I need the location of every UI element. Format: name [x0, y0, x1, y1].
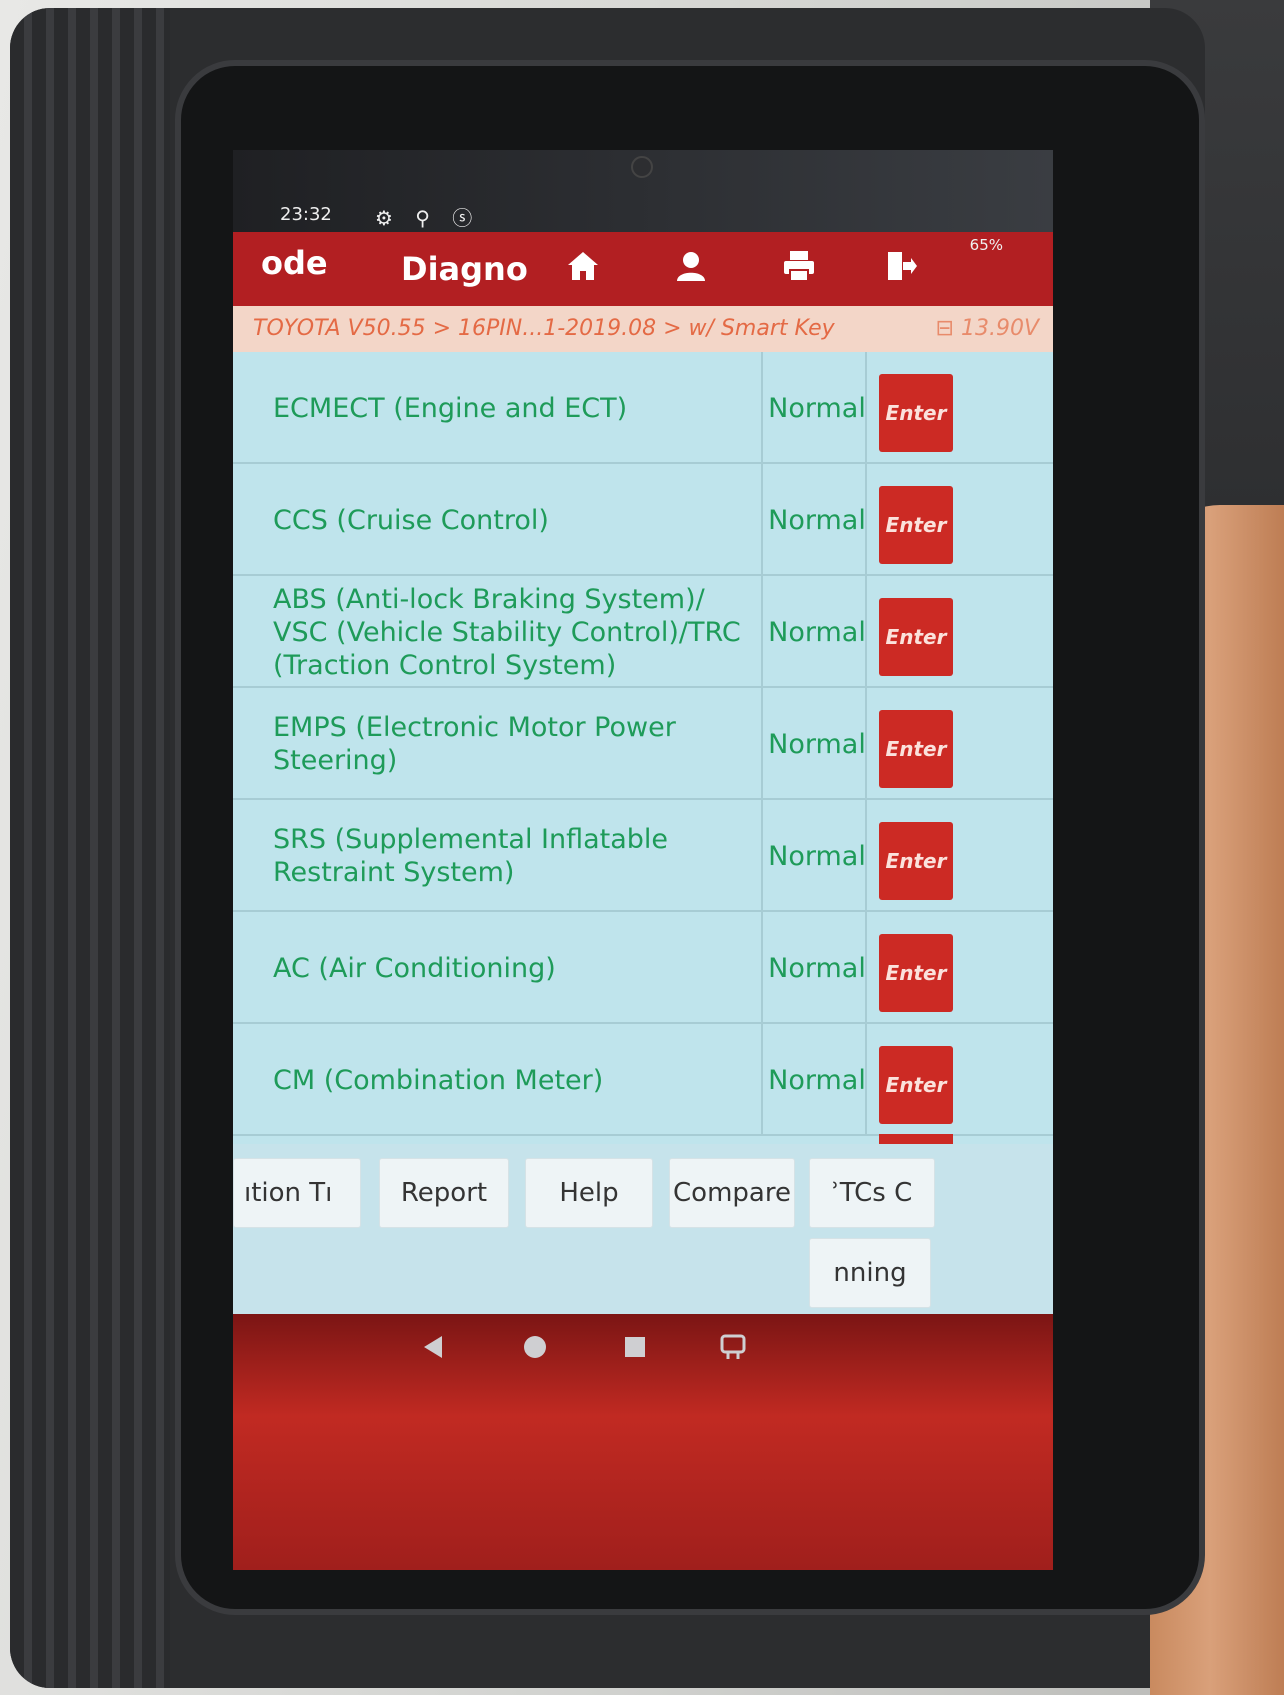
report-button[interactable]: Report — [379, 1158, 509, 1228]
compare-button[interactable]: Compare — [669, 1158, 795, 1228]
system-status: Normal — [768, 616, 866, 648]
system-name: ECMECT (Engine and ECT) — [273, 392, 628, 424]
enter-button[interactable]: Enter — [879, 374, 953, 452]
enter-button-partial[interactable] — [879, 1134, 953, 1144]
system-row: CCS (Cruise Control) Normal Enter — [233, 464, 1053, 576]
column-divider — [761, 576, 763, 688]
front-camera — [631, 156, 653, 178]
column-divider — [761, 352, 763, 464]
column-divider — [865, 464, 867, 576]
column-divider — [865, 688, 867, 800]
android-nav-bar — [233, 1314, 1053, 1570]
system-row: ECMECT (Engine and ECT) Normal Enter — [233, 352, 1053, 464]
dtcs-button[interactable]: ʾTCs C — [809, 1158, 935, 1228]
tab-mode-label[interactable]: ode — [261, 244, 328, 282]
system-row: CM (Combination Meter) Normal Enter — [233, 1024, 1053, 1136]
column-divider — [865, 800, 867, 912]
column-divider — [761, 464, 763, 576]
enter-button[interactable]: Enter — [879, 934, 953, 1012]
system-status: Normal — [768, 728, 866, 760]
enter-button[interactable]: Enter — [879, 710, 953, 788]
system-name: SRS (Supplemental Inflatable Restraint S… — [273, 824, 669, 888]
column-divider — [865, 1024, 867, 1136]
tablet-screen: 23:32 ⚙ ⚲ ⓢ 65% ode Diagno TOYOTA V50.55… — [233, 150, 1053, 1570]
system-status: Normal — [768, 392, 866, 424]
bottom-toolbar: ıtion Tı Report Help Compare ʾTCs C nnin… — [233, 1144, 1053, 1314]
system-row: SRS (Supplemental Inflatable Restraint S… — [233, 800, 1053, 912]
voltage-icon: ⊟ — [935, 316, 961, 341]
scanning-button[interactable]: nning — [809, 1238, 931, 1308]
column-divider — [865, 352, 867, 464]
system-status: Normal — [768, 504, 866, 536]
system-name: ABS (Anti-lock Braking System)/ VSC (Veh… — [273, 583, 741, 681]
enter-button[interactable]: Enter — [879, 486, 953, 564]
app-header: ode Diagno — [233, 232, 1053, 306]
home-icon[interactable] — [563, 248, 603, 288]
system-status: Normal — [768, 952, 866, 984]
system-status: Normal — [768, 1064, 866, 1096]
status-icons: ⚙ ⚲ ⓢ — [375, 206, 481, 230]
column-divider — [865, 912, 867, 1024]
recent-apps-icon[interactable] — [615, 1332, 655, 1370]
battery-level: 65% — [969, 236, 1003, 254]
system-list: ECMECT (Engine and ECT) Normal Enter CCS… — [233, 352, 1053, 1144]
column-divider — [761, 1024, 763, 1136]
tablet-grip — [10, 8, 170, 1688]
system-name: CCS (Cruise Control) — [273, 504, 549, 536]
system-name: AC (Air Conditioning) — [273, 952, 556, 984]
breadcrumb: TOYOTA V50.55 > 16PIN...1-2019.08 > w/ S… — [233, 306, 1053, 352]
status-bar: 23:32 ⚙ ⚲ ⓢ — [233, 150, 1053, 232]
system-row: AC (Air Conditioning) Normal Enter — [233, 912, 1053, 1024]
enter-button[interactable]: Enter — [879, 1046, 953, 1124]
back-icon[interactable] — [413, 1332, 453, 1370]
system-name: EMPS (Electronic Motor Power Steering) — [273, 712, 676, 776]
user-icon[interactable] — [671, 248, 711, 288]
page-title: Diagno — [401, 250, 528, 288]
system-row: EMPS (Electronic Motor Power Steering) N… — [233, 688, 1053, 800]
voltage-value: 13.90V — [960, 316, 1039, 341]
column-divider — [865, 576, 867, 688]
print-icon[interactable] — [779, 248, 819, 288]
battery-voltage: ⊟ 13.90V — [936, 306, 1039, 352]
breadcrumb-path: TOYOTA V50.55 > 16PIN...1-2019.08 > w/ S… — [253, 316, 835, 341]
exit-icon[interactable] — [881, 248, 921, 288]
vci-icon[interactable] — [713, 1332, 753, 1370]
function-button[interactable]: ıtion Tı — [233, 1158, 361, 1228]
system-row: ABS (Anti-lock Braking System)/ VSC (Veh… — [233, 576, 1053, 688]
column-divider — [761, 912, 763, 1024]
system-status: Normal — [768, 840, 866, 872]
system-name: CM (Combination Meter) — [273, 1064, 604, 1096]
column-divider — [761, 800, 763, 912]
enter-button[interactable]: Enter — [879, 822, 953, 900]
nav-home-icon[interactable] — [515, 1332, 555, 1370]
column-divider — [761, 688, 763, 800]
enter-button[interactable]: Enter — [879, 598, 953, 676]
status-time: 23:32 — [280, 204, 332, 225]
help-button[interactable]: Help — [525, 1158, 653, 1228]
